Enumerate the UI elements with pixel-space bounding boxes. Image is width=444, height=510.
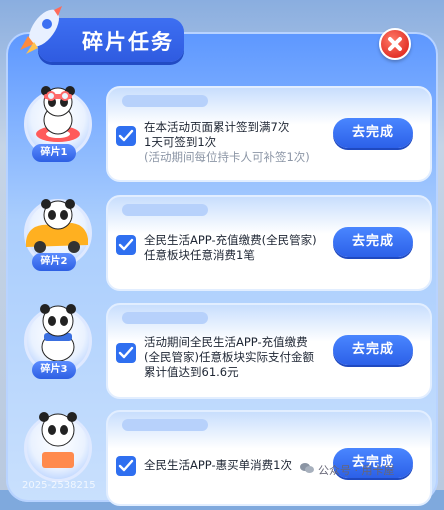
checkbox-icon: [116, 456, 136, 476]
go-complete-button[interactable]: 去完成: [333, 335, 413, 365]
task-line: 活动期间全民生活APP-充值缴费: [144, 335, 308, 349]
panda-car-avatar: 碎片2: [18, 189, 96, 271]
task-item-3: 碎片3 活动期间全民生活APP-充值缴费 (全民管家)任意板块实际支付金额 累计…: [14, 303, 432, 403]
task-description: 全民生活APP-惠买单消费1次: [144, 458, 324, 473]
checkbox-icon: [116, 235, 136, 255]
task-description: 全民生活APP-充值缴费(全民管家) 任意板块任意消费1笔: [144, 233, 324, 263]
go-complete-button[interactable]: 去完成: [333, 227, 413, 257]
panda-scarf-avatar: 碎片3: [18, 297, 96, 379]
watermark: 公众号 · 用卡屋: [318, 464, 395, 477]
task-line: 全民生活APP-充值缴费(全民管家): [144, 233, 317, 247]
task-card: 全民生活APP-惠买单消费1次 去完成: [106, 410, 432, 506]
rocket-icon: [20, 6, 62, 54]
task-item-4: 全民生活APP-惠买单消费1次 去完成: [14, 410, 432, 510]
piece-label: 碎片3: [32, 361, 76, 379]
panda-shopping-avatar: [18, 404, 96, 484]
task-line: 全民生活APP-惠买单消费1次: [144, 458, 292, 472]
task-line: 在本活动页面累计签到满7次: [144, 120, 290, 134]
close-button[interactable]: [379, 28, 411, 60]
footer-code: 2025-2538215: [22, 480, 96, 491]
task-line: (全民管家)任意板块实际支付金额: [144, 350, 314, 364]
task-note: (活动期间每位持卡人可补签1次): [144, 150, 310, 164]
task-item-1: 碎片1 在本活动页面累计签到满7次 1天可签到1次 (活动期间每位持卡人可补签1…: [14, 86, 432, 186]
wechat-icon: [300, 463, 314, 473]
task-line: 累计值达到61.6元: [144, 365, 239, 379]
task-card: 活动期间全民生活APP-充值缴费 (全民管家)任意板块实际支付金额 累计值达到6…: [106, 303, 432, 399]
checkbox-icon: [116, 126, 136, 146]
panda-swim-avatar: 碎片1: [18, 80, 96, 162]
page-title: 碎片任务: [82, 30, 174, 54]
task-line: 任意板块任意消费1笔: [144, 248, 255, 262]
task-card: 在本活动页面累计签到满7次 1天可签到1次 (活动期间每位持卡人可补签1次) 去…: [106, 86, 432, 182]
task-item-2: 碎片2 全民生活APP-充值缴费(全民管家) 任意板块任意消费1笔 去完成: [14, 195, 432, 295]
checkbox-icon: [116, 343, 136, 363]
go-complete-button[interactable]: 去完成: [333, 118, 413, 148]
task-description: 活动期间全民生活APP-充值缴费 (全民管家)任意板块实际支付金额 累计值达到6…: [144, 335, 324, 380]
piece-label: 碎片1: [32, 144, 76, 162]
task-card: 全民生活APP-充值缴费(全民管家) 任意板块任意消费1笔 去完成: [106, 195, 432, 291]
task-description: 在本活动页面累计签到满7次 1天可签到1次 (活动期间每位持卡人可补签1次): [144, 120, 324, 165]
piece-label: 碎片2: [32, 253, 76, 271]
task-line: 1天可签到1次: [144, 135, 217, 149]
